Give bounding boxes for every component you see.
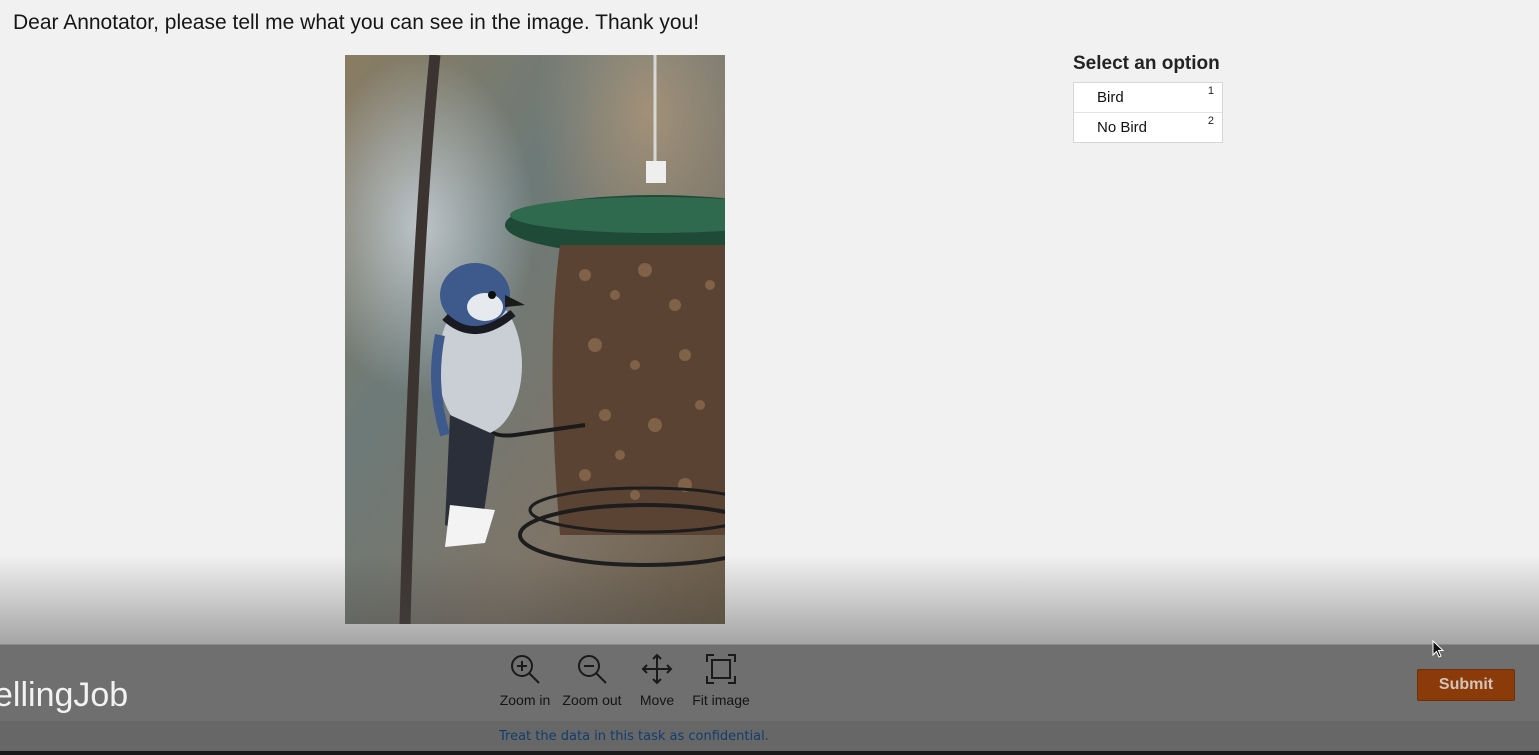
confidentiality-note: Treat the data in this task as confident… <box>499 729 769 744</box>
option-panel-title: Select an option <box>1073 53 1220 74</box>
option-no-bird[interactable]: No Bird 2 <box>1074 113 1222 142</box>
option-shortcut-key: 1 <box>1207 85 1214 97</box>
submit-button[interactable]: Submit <box>1417 669 1515 701</box>
zoom-in-icon <box>511 655 540 684</box>
task-image[interactable] <box>345 55 725 624</box>
option-label: Bird <box>1097 89 1124 106</box>
option-list: Bird 1 No Bird 2 <box>1073 82 1223 143</box>
job-title: ellingJob <box>0 676 129 714</box>
bottom-edge <box>0 751 1539 755</box>
labelling-page: Dear Annotator, please tell me what you … <box>0 0 1539 755</box>
fit-image-button[interactable]: Fit image <box>681 652 761 708</box>
option-panel: Select an option Bird 1 No Bird 2 <box>1073 53 1223 143</box>
bottom-fade-overlay <box>0 555 1539 645</box>
fit-image-label: Fit image <box>692 692 750 708</box>
blue-jay-at-feeder-image <box>345 55 725 624</box>
footer-bar: Treat the data in this task as confident… <box>0 721 1539 751</box>
move-icon <box>641 653 673 685</box>
option-bird[interactable]: Bird 1 <box>1074 83 1222 113</box>
option-shortcut-key: 2 <box>1207 115 1214 127</box>
zoom-out-icon <box>578 655 607 684</box>
fit-image-icon <box>706 654 736 684</box>
bottom-toolbar <box>0 644 1539 722</box>
option-label: No Bird <box>1097 119 1148 136</box>
task-instructions: Dear Annotator, please tell me what you … <box>13 11 700 34</box>
mouse-cursor-icon <box>1432 640 1445 658</box>
